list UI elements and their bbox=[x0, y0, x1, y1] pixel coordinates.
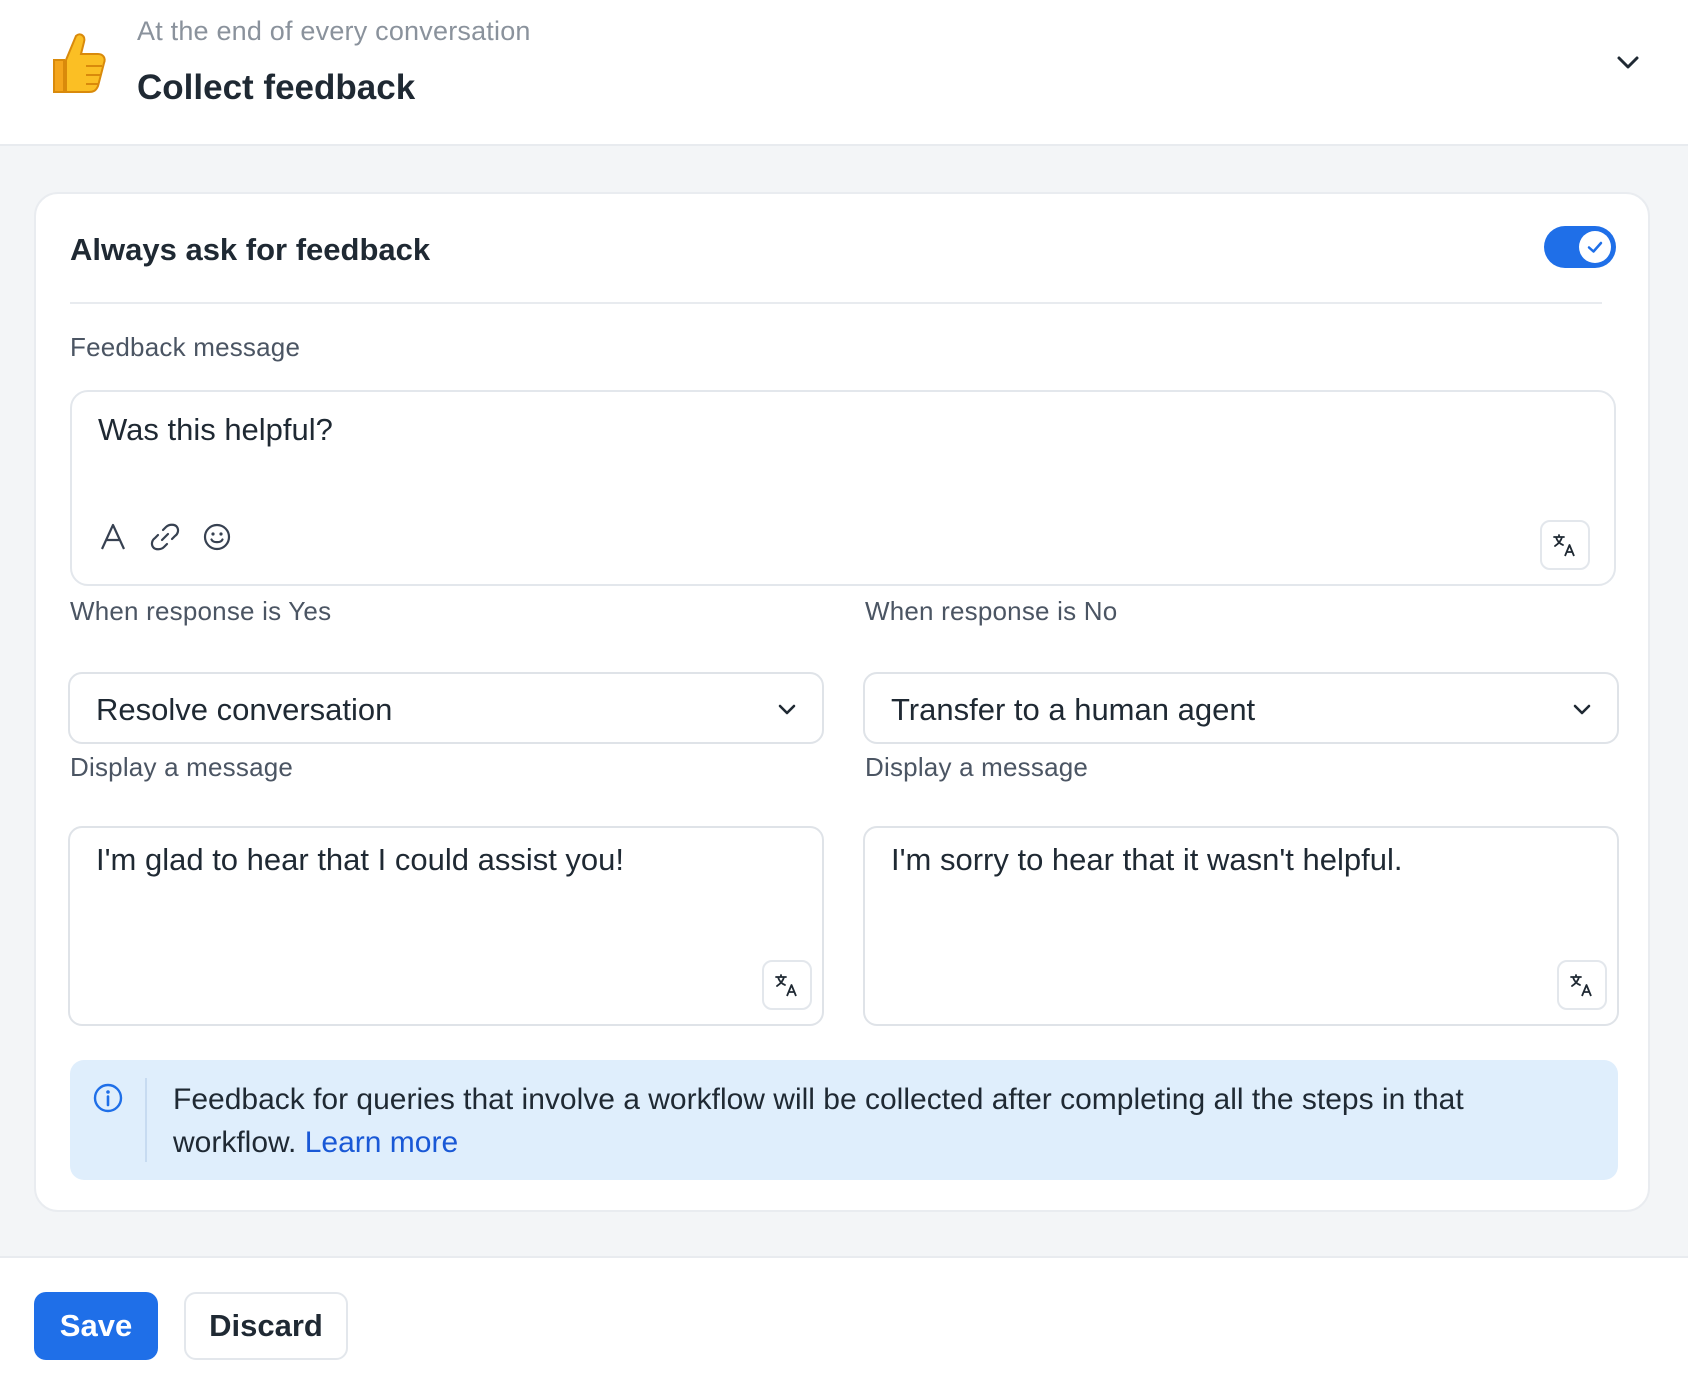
translate-icon bbox=[1570, 974, 1592, 997]
translate-icon bbox=[1553, 534, 1575, 557]
no-translate-button[interactable] bbox=[1557, 960, 1607, 1010]
yes-message-input[interactable]: I'm glad to hear that I could assist you… bbox=[68, 826, 824, 1026]
card-title: Always ask for feedback bbox=[70, 232, 431, 267]
check-icon bbox=[1587, 241, 1603, 253]
text-format-icon[interactable] bbox=[98, 522, 128, 552]
info-message: Feedback for queries that involve a work… bbox=[173, 1078, 1593, 1164]
always-ask-toggle[interactable] bbox=[1544, 226, 1616, 268]
no-response-label: When response is No bbox=[865, 596, 1118, 626]
no-message-label: Display a message bbox=[865, 752, 1089, 782]
section-subtitle: At the end of every conversation bbox=[137, 16, 531, 46]
no-message-text[interactable]: I'm sorry to hear that it wasn't helpful… bbox=[891, 842, 1403, 878]
feedback-message-text[interactable]: Was this helpful? bbox=[98, 412, 333, 448]
no-action-select[interactable]: Transfer to a human agent bbox=[863, 672, 1619, 744]
yes-action-value: Resolve conversation bbox=[96, 692, 393, 727]
save-button[interactable]: Save bbox=[34, 1292, 158, 1360]
banner-divider bbox=[145, 1078, 147, 1162]
yes-message-label: Display a message bbox=[70, 752, 294, 782]
feedback-message-editor[interactable]: Was this helpful? bbox=[70, 390, 1616, 586]
emoji-icon[interactable] bbox=[202, 522, 232, 552]
yes-message-text[interactable]: I'm glad to hear that I could assist you… bbox=[96, 842, 624, 878]
chevron-down-icon bbox=[1569, 696, 1595, 722]
translate-button[interactable] bbox=[1540, 520, 1590, 570]
feedback-settings-card: Always ask for feedback Feedback message… bbox=[34, 192, 1650, 1212]
divider bbox=[70, 302, 1602, 304]
editor-toolbar bbox=[98, 522, 232, 552]
section-title: Collect feedback bbox=[137, 68, 416, 107]
link-icon[interactable] bbox=[150, 522, 180, 552]
discard-button[interactable]: Discard bbox=[184, 1292, 348, 1360]
yes-action-select[interactable]: Resolve conversation bbox=[68, 672, 824, 744]
action-footer: Save Discard bbox=[0, 1256, 1688, 1382]
info-icon bbox=[92, 1082, 124, 1114]
chevron-down-icon bbox=[774, 696, 800, 722]
yes-translate-button[interactable] bbox=[762, 960, 812, 1010]
learn-more-link[interactable]: Learn more bbox=[305, 1126, 458, 1159]
yes-response-label: When response is Yes bbox=[70, 596, 332, 626]
feedback-message-label: Feedback message bbox=[70, 332, 301, 362]
workflow-info-banner: Feedback for queries that involve a work… bbox=[70, 1060, 1618, 1180]
no-message-input[interactable]: I'm sorry to hear that it wasn't helpful… bbox=[863, 826, 1619, 1026]
collapse-chevron-icon[interactable] bbox=[1614, 48, 1642, 76]
section-header[interactable]: At the end of every conversation Collect… bbox=[0, 0, 1688, 146]
translate-icon bbox=[775, 974, 797, 997]
no-action-value: Transfer to a human agent bbox=[891, 692, 1256, 727]
toggle-knob bbox=[1579, 231, 1611, 263]
thumbs-up-icon bbox=[36, 26, 108, 98]
